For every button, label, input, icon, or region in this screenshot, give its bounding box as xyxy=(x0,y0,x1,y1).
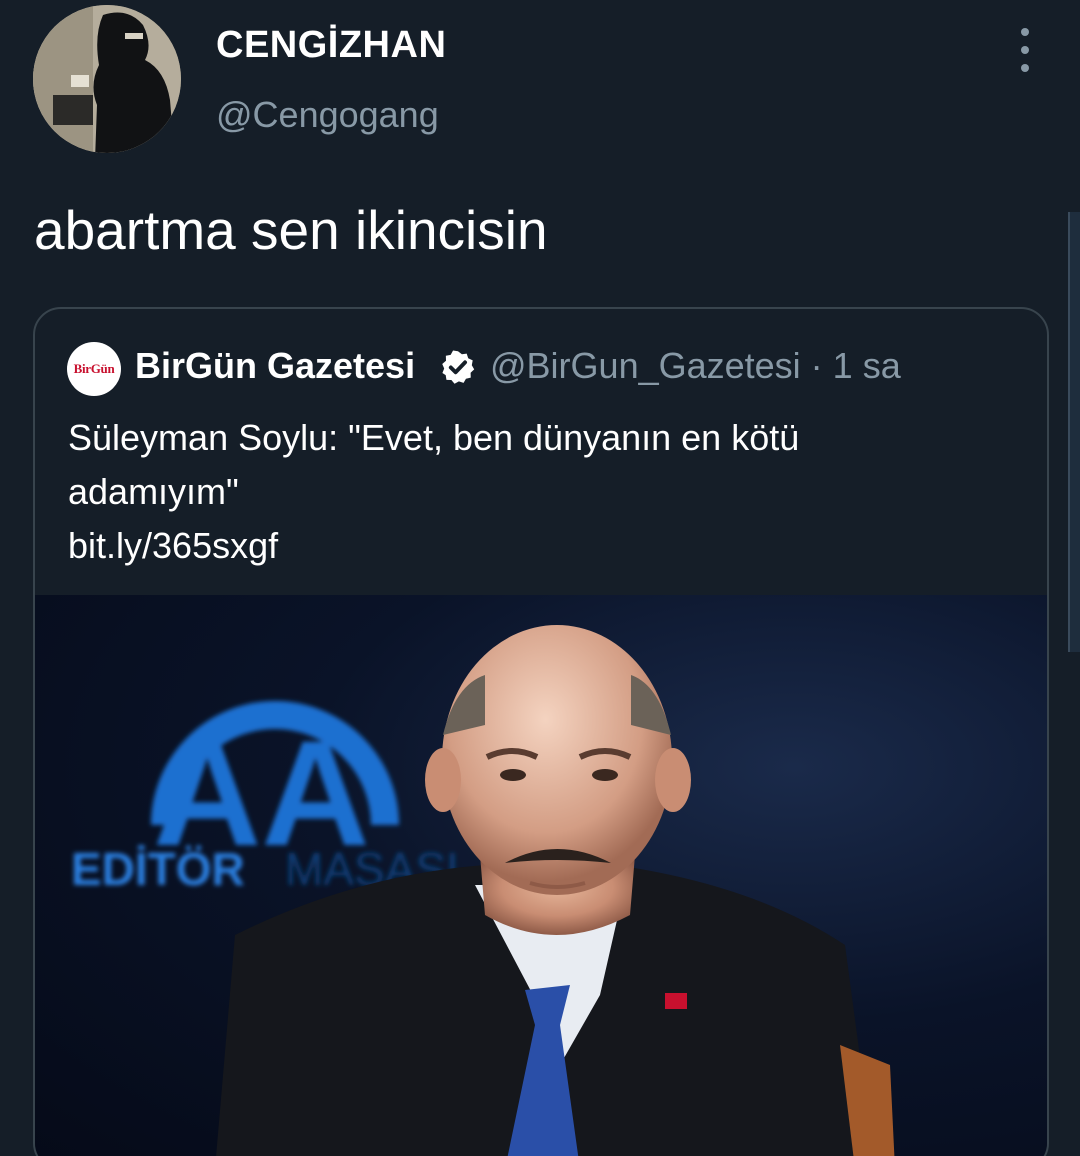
quoted-handle-time[interactable]: @BirGun_Gazetesi · 1 sa xyxy=(490,345,901,387)
flag-pin xyxy=(665,993,687,1009)
author-avatar[interactable] xyxy=(33,5,181,153)
aa-logo-backdrop: AA EDİTÖR MASASI xyxy=(71,701,459,895)
quoted-tweet-text: Süleyman Soylu: "Evet, ben dünyanın en k… xyxy=(68,411,968,573)
more-vertical-icon xyxy=(1021,28,1029,36)
verified-badge-icon xyxy=(442,350,475,384)
author-display-name[interactable]: CENGİZHAN xyxy=(216,24,446,67)
scrollbar[interactable] xyxy=(1068,212,1080,652)
more-options-button[interactable] xyxy=(1006,28,1044,72)
tweet-text: abartma sen ikincisin xyxy=(34,199,548,261)
birgun-logo: BirGün xyxy=(73,361,115,376)
quoted-tweet-card[interactable]: BirGün BirGün Gazetesi @BirGun_Gazetesi … xyxy=(33,307,1049,1156)
quoted-link[interactable]: bit.ly/365sxgf xyxy=(68,519,968,573)
backdrop-text-editor: EDİTÖR xyxy=(71,843,245,895)
avatar-photo xyxy=(33,5,181,153)
quoted-author-name[interactable]: BirGün Gazetesi xyxy=(135,345,415,387)
author-handle[interactable]: @Cengogang xyxy=(216,94,439,136)
tweet-page: CENGİZHAN @Cengogang abartma sen ikincis… xyxy=(0,0,1080,1156)
quoted-text-line-1: Süleyman Soylu: "Evet, ben dünyanın en k… xyxy=(68,417,800,458)
quoted-media-image[interactable]: AA EDİTÖR MASASI xyxy=(35,595,1047,1156)
quoted-text-line-2: adamıyım" xyxy=(68,471,239,512)
quoted-author-avatar[interactable]: BirGün xyxy=(67,342,121,396)
news-photo: AA EDİTÖR MASASI xyxy=(71,625,895,1156)
